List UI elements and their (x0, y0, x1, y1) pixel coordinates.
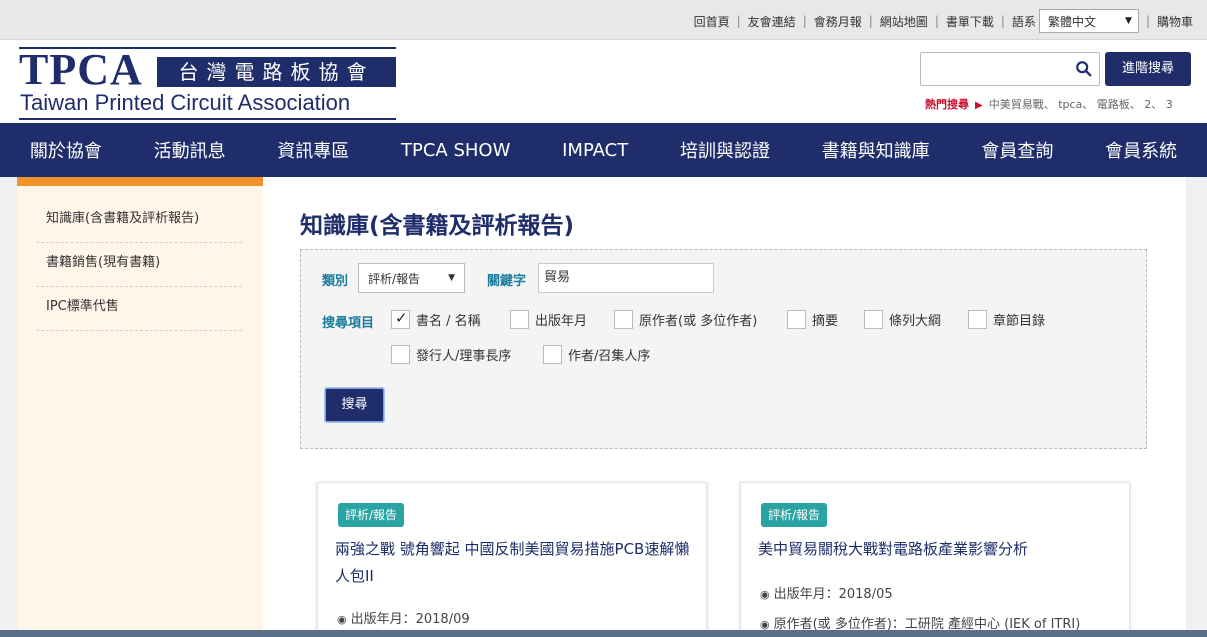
search-filter-panel: 類別 評析/報告 ▼ 關鍵字 貿易 搜尋項目 書名 / 名稱 出版年月 原作者(… (300, 249, 1147, 449)
logo-chinese-name: 台灣電路板協會 (157, 57, 396, 87)
main-nav: 關於協會 活動訊息 資訊專區 TPCA SHOW IMPACT 培訓與認證 書籍… (0, 123, 1207, 177)
nav-books-knowledge[interactable]: 書籍與知識庫 (822, 137, 930, 163)
chevron-down-icon: ▼ (448, 273, 455, 283)
checkbox-box[interactable] (787, 310, 806, 329)
card-title[interactable]: 美中貿易關稅大戰對電路板產業影響分析 (758, 536, 1113, 563)
tpca-logo[interactable]: TPCA 台灣電路板協會 Taiwan Printed Circuit Asso… (19, 45, 397, 120)
checkbox-title[interactable]: 書名 / 名稱 (391, 309, 481, 329)
nav-member-query[interactable]: 會員查詢 (981, 137, 1053, 163)
category-value: 評析/報告 (368, 271, 421, 286)
checkbox-label: 條列大綱 (889, 314, 942, 329)
checkbox-box[interactable] (510, 310, 529, 329)
site-search (920, 52, 1100, 86)
top-links: 回首頁 | 友會連結 | 會務月報 | 網站地圖 | 書單下載 | 語系 繁體中… (694, 9, 1193, 33)
nav-info[interactable]: 資訊專區 (277, 137, 349, 163)
site-search-input[interactable] (921, 53, 1071, 83)
search-items-label: 搜尋項目 (322, 316, 375, 331)
card-publish-date: ◉ 出版年月：2018/05 (760, 587, 893, 602)
nav-member-system[interactable]: 會員系統 (1105, 137, 1177, 163)
checkbox-outline[interactable]: 條列大綱 (864, 310, 941, 329)
checkbox-label: 書名 / 名稱 (416, 314, 481, 329)
hot-searches: 熱門搜尋 ▶ 中美貿易戰、 tpca、 電路板、 2、 3 (925, 96, 1173, 112)
nav-tpca-show[interactable]: TPCA SHOW (401, 140, 510, 161)
play-arrow-icon: ▶ (975, 100, 983, 111)
checkbox-chapters[interactable]: 章節目錄 (968, 310, 1045, 329)
checkbox-label: 出版年月 (535, 314, 588, 329)
top-utility-bar: 回首頁 | 友會連結 | 會務月報 | 網站地圖 | 書單下載 | 語系 繁體中… (0, 0, 1207, 40)
sidebar-item-ipc-standards[interactable]: IPC標準代售 (36, 287, 242, 331)
checkbox-author[interactable]: 原作者(或 多位作者) (614, 310, 757, 329)
checkbox-abstract[interactable]: 摘要 (787, 310, 838, 329)
sidebar-menu: 知識庫(含書籍及評析報告) 書籍銷售(現有書籍) IPC標準代售 (36, 199, 242, 331)
checkbox-box[interactable] (864, 310, 883, 329)
checkbox-publisher-preface[interactable]: 發行人/理事長序 (391, 345, 511, 364)
advanced-search-button[interactable]: 進階搜尋 (1105, 52, 1191, 86)
monthly-report-link[interactable]: 會務月報 (814, 13, 862, 30)
keyword-label: 關鍵字 (487, 274, 527, 289)
hot-search-terms[interactable]: 中美貿易戰、 tpca、 電路板、 2、 3 (989, 98, 1173, 111)
logo-abbreviation: TPCA (19, 45, 143, 94)
checkbox-label: 摘要 (812, 314, 839, 329)
nav-about[interactable]: 關於協會 (30, 137, 102, 163)
site-header: TPCA 台灣電路板協會 Taiwan Printed Circuit Asso… (0, 40, 1207, 123)
checkbox-box[interactable] (391, 309, 410, 329)
search-submit-button[interactable]: 搜尋 (325, 388, 384, 422)
partner-links-link[interactable]: 友會連結 (748, 13, 796, 30)
keyword-input[interactable]: 貿易 (538, 263, 714, 293)
checkbox-label: 發行人/理事長序 (416, 349, 512, 364)
os-taskbar (0, 630, 1207, 637)
checkbox-author-preface[interactable]: 作者/召集人序 (543, 345, 650, 364)
nav-training[interactable]: 培訓與認證 (680, 137, 770, 163)
booklist-download-link[interactable]: 書單下載 (946, 13, 994, 30)
hot-search-label: 熱門搜尋 (925, 98, 969, 111)
category-tag[interactable]: 評析/報告 (761, 503, 828, 527)
bullet-icon: ◉ (760, 588, 770, 601)
page-title: 知識庫(含書籍及評析報告) (300, 213, 575, 239)
nav-events[interactable]: 活動訊息 (154, 137, 226, 163)
sidebar: 知識庫(含書籍及評析報告) 書籍銷售(現有書籍) IPC標準代售 (17, 177, 263, 637)
checkbox-box[interactable] (543, 345, 562, 364)
cart-link[interactable]: 購物車 (1157, 13, 1193, 30)
nav-impact[interactable]: IMPACT (562, 140, 628, 161)
category-label: 類別 (322, 274, 349, 289)
checkbox-label: 作者/召集人序 (568, 349, 651, 364)
language-value: 繁體中文 (1047, 14, 1096, 29)
category-select[interactable]: 評析/報告 ▼ (358, 263, 465, 293)
logo-english-name: Taiwan Printed Circuit Association (20, 90, 351, 115)
sidebar-accent-bar (17, 177, 263, 186)
sidebar-item-book-sales[interactable]: 書籍銷售(現有書籍) (36, 243, 242, 287)
checkbox-box[interactable] (614, 310, 633, 329)
checkbox-box[interactable] (968, 310, 987, 329)
checkbox-label: 原作者(或 多位作者) (639, 314, 758, 329)
sidebar-item-knowledge-base[interactable]: 知識庫(含書籍及評析報告) (36, 199, 242, 243)
bullet-icon: ◉ (337, 613, 347, 626)
dropdown-arrow-icon: ▼ (1125, 16, 1132, 26)
search-icon[interactable] (1075, 60, 1093, 78)
card-title[interactable]: 兩強之戰 號角響起 中國反制美國貿易措施PCB速解懶人包II (335, 536, 690, 590)
checkbox-label: 章節目錄 (993, 314, 1046, 329)
language-select[interactable]: 繁體中文 ▼ (1038, 9, 1139, 33)
checkbox-box[interactable] (391, 345, 410, 364)
page-body: 知識庫(含書籍及評析報告) 書籍銷售(現有書籍) IPC標準代售 知識庫(含書籍… (17, 177, 1186, 637)
result-card[interactable]: 評析/報告 美中貿易關稅大戰對電路板產業影響分析 ◉ 出版年月：2018/05 ◉… (740, 482, 1130, 637)
category-tag[interactable]: 評析/報告 (338, 503, 405, 527)
language-label: 語系 (1011, 14, 1036, 29)
checkbox-publish-date[interactable]: 出版年月 (510, 310, 587, 329)
main-content: 知識庫(含書籍及評析報告) 類別 評析/報告 ▼ 關鍵字 貿易 搜尋項目 書名 … (263, 177, 1186, 637)
result-card[interactable]: 評析/報告 兩強之戰 號角響起 中國反制美國貿易措施PCB速解懶人包II ◉ 出版… (317, 482, 707, 637)
home-link[interactable]: 回首頁 (694, 13, 730, 30)
card-publish-date: ◉ 出版年月：2018/09 (337, 612, 470, 627)
sitemap-link[interactable]: 網站地圖 (880, 13, 928, 30)
